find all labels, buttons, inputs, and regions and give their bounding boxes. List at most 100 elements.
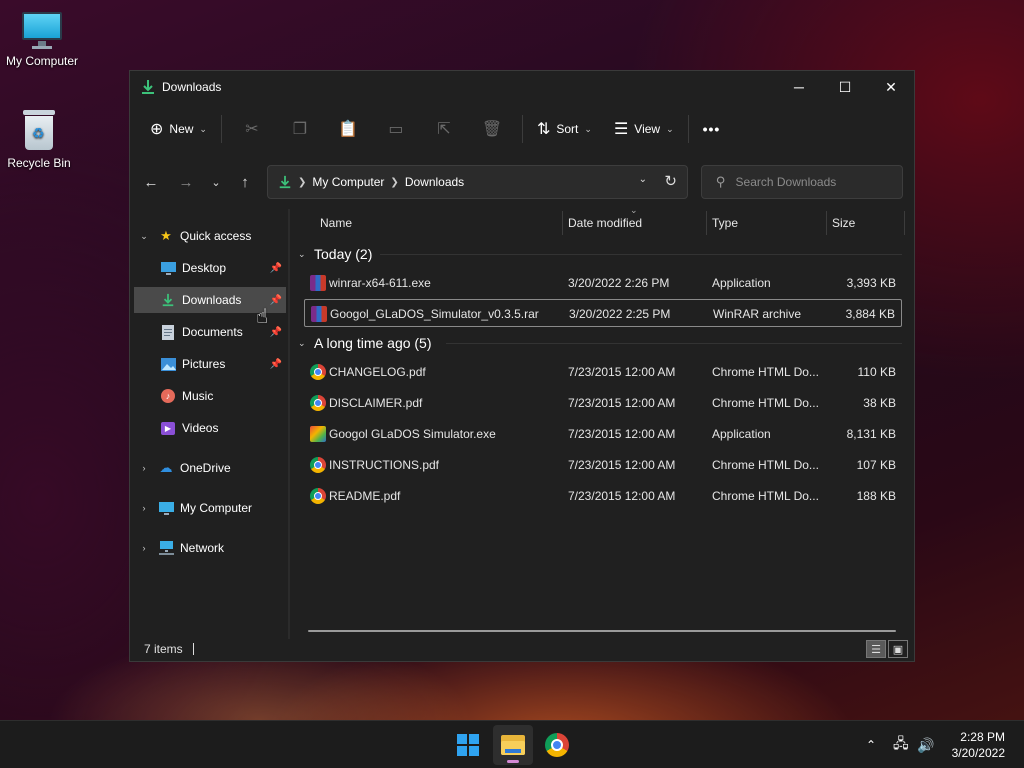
address-dropdown-icon[interactable]: ⌄ — [639, 174, 647, 185]
monitor-icon — [20, 10, 64, 50]
navigation-row: ← → ⌄ ↑ ❯ My Computer ❯ Downloads ⌄ ↻ ⚲ … — [130, 165, 914, 201]
copy-icon[interactable]: ❐ — [276, 113, 324, 145]
sidebar-item-label: Network — [180, 541, 225, 555]
monitor-icon — [158, 500, 174, 516]
paste-icon[interactable]: 📋 — [324, 113, 372, 145]
start-button[interactable] — [448, 725, 488, 765]
desktop-icon-recycle-bin[interactable]: ♻ Recycle Bin — [0, 108, 81, 170]
forward-arrow-icon[interactable]: → — [172, 167, 200, 197]
cloud-icon: ☁ — [159, 460, 173, 475]
status-separator — [192, 643, 194, 655]
column-label: Size — [832, 216, 856, 230]
sidebar-item-label: OneDrive — [180, 461, 231, 475]
view-label: View — [634, 122, 661, 136]
sort-label: Sort — [556, 122, 579, 136]
desktop-icon-label: Recycle Bin — [7, 156, 71, 170]
sidebar-item-music[interactable]: ♪ Music — [160, 383, 286, 409]
pictures-icon — [160, 356, 176, 372]
download-icon — [160, 292, 176, 308]
desktop-icon-my-computer[interactable]: My Computer — [0, 10, 84, 68]
rename-icon[interactable]: ▭ — [372, 113, 420, 145]
column-divider[interactable] — [706, 211, 707, 235]
sidebar-item-label: Downloads — [182, 293, 242, 307]
pane-divider[interactable] — [288, 209, 290, 639]
column-divider[interactable] — [826, 211, 827, 235]
back-arrow-icon[interactable]: ← — [137, 167, 165, 197]
volume-icon[interactable]: 🔊 — [917, 721, 934, 768]
more-icon: ••• — [702, 121, 721, 137]
system-clock[interactable]: 2:28 PM 3/20/2022 — [952, 729, 1005, 761]
sidebar-item-label: Pictures — [182, 357, 226, 371]
column-header-type[interactable]: Type — [712, 209, 824, 237]
large-icons-view-icon[interactable]: ▣ — [888, 640, 908, 658]
sidebar-item-onedrive[interactable]: › ☁ OneDrive — [136, 455, 286, 481]
toolbar-divider — [220, 115, 222, 143]
pin-icon: 📌 — [269, 294, 282, 306]
title-bar[interactable]: Downloads ─ ☐ ✕ — [130, 71, 914, 103]
taskbar-chrome[interactable] — [537, 725, 577, 765]
search-placeholder: Search Downloads — [735, 175, 837, 189]
close-button[interactable]: ✕ — [868, 71, 914, 103]
pin-icon: 📌 — [269, 262, 282, 274]
chevron-right-icon[interactable]: › — [136, 503, 152, 513]
chevron-right-icon[interactable]: › — [136, 543, 152, 553]
recycle-bin-icon: ♻ — [21, 108, 57, 152]
download-icon — [279, 175, 291, 189]
share-icon[interactable]: ⇱ — [420, 113, 468, 145]
cut-icon[interactable]: ✂ — [228, 113, 276, 145]
chevron-down-icon: ⌄ — [584, 123, 592, 134]
navigation-pane: ⌄ ★ Quick access Desktop 📌 Downloads 📌 D… — [130, 209, 288, 639]
new-label: New — [169, 122, 194, 136]
pin-icon: 📌 — [269, 358, 282, 370]
up-arrow-icon[interactable]: ↑ — [231, 167, 259, 197]
search-icon: ⚲ — [716, 174, 726, 189]
download-icon — [142, 80, 154, 94]
sidebar-item-desktop[interactable]: Desktop 📌 — [160, 255, 286, 281]
sidebar-item-label: Quick access — [180, 229, 252, 243]
taskbar-file-explorer[interactable] — [493, 725, 533, 765]
chevron-right-icon[interactable]: › — [136, 463, 152, 473]
sidebar-item-label: My Computer — [180, 501, 253, 515]
clock-date: 3/20/2022 — [951, 746, 1005, 760]
toolbar-divider — [521, 115, 523, 143]
column-divider[interactable] — [904, 211, 905, 235]
music-icon: ♪ — [160, 388, 176, 404]
search-input[interactable]: ⚲ Search Downloads — [701, 165, 903, 199]
chevron-down-icon[interactable]: ⌄ — [136, 231, 152, 242]
address-bar[interactable]: ❯ My Computer ❯ Downloads ⌄ ↻ — [267, 165, 688, 199]
item-count: 7 items — [144, 642, 183, 656]
chevron-down-icon: ⌄ — [199, 123, 207, 134]
column-label: Type — [712, 216, 739, 230]
column-header-date-modified[interactable]: Date modified — [568, 209, 704, 237]
column-header-size[interactable]: Size — [832, 209, 902, 237]
delete-icon[interactable]: 🗑 — [468, 113, 516, 145]
pin-icon: 📌 — [269, 326, 282, 338]
minimize-button[interactable]: ─ — [776, 71, 822, 103]
documents-icon — [160, 324, 176, 340]
more-options-button[interactable]: ••• — [695, 113, 729, 145]
tray-chevron-up-icon[interactable]: ⌃ — [866, 721, 876, 768]
new-button[interactable]: ⊕ New ⌄ — [142, 113, 215, 145]
sort-button[interactable]: ⇅ Sort ⌄ — [529, 113, 600, 145]
refresh-icon[interactable]: ↻ — [664, 172, 677, 190]
breadcrumb-my-computer[interactable]: My Computer — [312, 175, 384, 189]
sidebar-item-quick-access[interactable]: ⌄ ★ Quick access — [136, 223, 286, 249]
view-button[interactable]: ☰ View ⌄ — [606, 113, 682, 145]
hand-cursor-icon: ☝ — [256, 306, 269, 328]
column-header-name[interactable]: Name — [320, 209, 560, 237]
recent-locations-chevron-icon[interactable]: ⌄ — [202, 167, 230, 197]
column-divider[interactable] — [562, 211, 563, 235]
details-view-icon[interactable]: ☰ — [866, 640, 886, 658]
sidebar-item-network[interactable]: › Network — [136, 535, 286, 561]
maximize-button[interactable]: ☐ — [822, 71, 868, 103]
breadcrumb-downloads[interactable]: Downloads — [405, 175, 464, 189]
horizontal-scrollbar[interactable] — [308, 630, 896, 632]
command-bar: ⊕ New ⌄ ✂ ❐ 📋 ▭ ⇱ 🗑 ⇅ Sort ⌄ ☰ View ⌄ ••… — [130, 107, 914, 151]
sidebar-item-videos[interactable]: ▶ Videos — [160, 415, 286, 441]
sidebar-item-my-computer[interactable]: › My Computer — [136, 495, 286, 521]
sidebar-item-label: Music — [182, 389, 214, 403]
network-status-icon[interactable]: 🖧 — [893, 721, 909, 768]
file-list: Name ⌄ Date modified Type Size — [296, 205, 906, 639]
chevron-right-icon: ❯ — [298, 176, 307, 188]
sidebar-item-pictures[interactable]: Pictures 📌 — [160, 351, 286, 377]
